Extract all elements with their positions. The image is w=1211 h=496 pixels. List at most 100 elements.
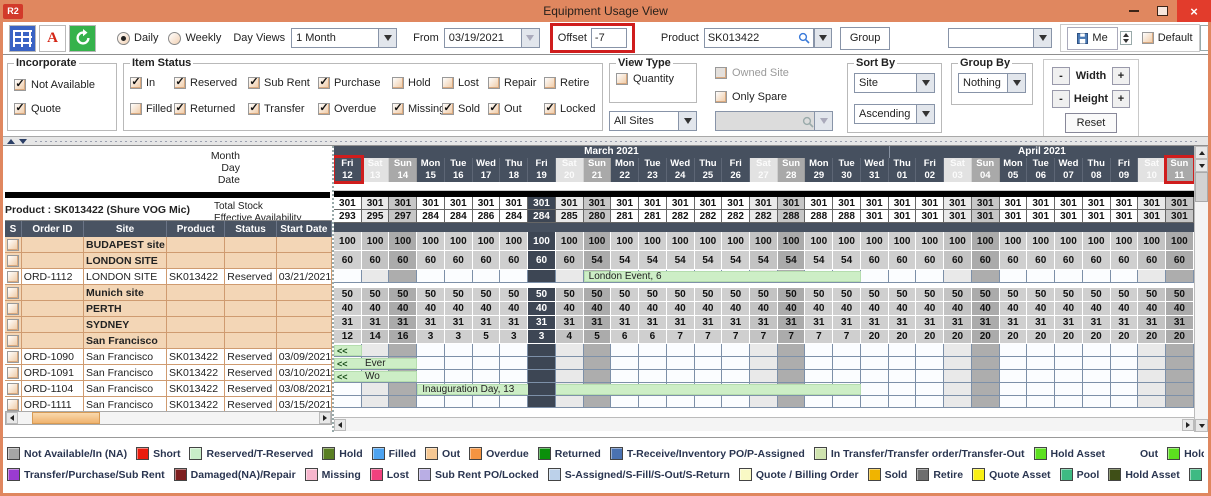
height-minus-button[interactable]: - [1052, 90, 1070, 108]
close-button[interactable]: × [1177, 0, 1211, 22]
preset-select[interactable] [948, 28, 1052, 48]
from-date-field[interactable]: 03/19/2021 [444, 28, 540, 48]
panel-splitter[interactable] [3, 136, 1208, 146]
chevron-down-icon[interactable] [678, 112, 696, 130]
row-checkbox[interactable] [7, 383, 19, 395]
checkbox[interactable] [130, 103, 142, 115]
checkbox[interactable] [318, 77, 330, 89]
scroll-left-icon[interactable] [6, 412, 18, 424]
font-settings-icon[interactable]: A [39, 25, 66, 52]
checkbox[interactable] [544, 103, 556, 115]
table-row[interactable]: SYDNEY [5, 317, 332, 333]
row-checkbox[interactable] [7, 255, 19, 267]
product-input[interactable]: SK013422 [704, 28, 814, 48]
checkbox[interactable] [392, 103, 404, 115]
checkbox[interactable] [442, 103, 454, 115]
chevron-down-icon[interactable] [916, 74, 934, 92]
chevron-down-icon[interactable] [521, 29, 539, 47]
checkbox[interactable] [488, 77, 500, 89]
chevron-down-icon[interactable] [378, 29, 396, 47]
height-plus-button[interactable]: + [1112, 90, 1130, 108]
usage-view-icon[interactable] [9, 25, 36, 52]
row-checkbox[interactable] [7, 367, 19, 379]
checkbox[interactable] [248, 103, 260, 115]
grid-vertical-scrollbar[interactable] [1194, 146, 1208, 432]
checkbox[interactable] [488, 103, 500, 115]
row-checkbox[interactable] [7, 335, 19, 347]
quantity-checkbox[interactable] [616, 73, 628, 85]
owned-site-checkbox[interactable] [715, 67, 727, 79]
refresh-icon[interactable] [69, 25, 96, 52]
maximize-button[interactable] [1148, 0, 1177, 22]
left-horizontal-scrollbar[interactable] [5, 411, 332, 425]
row-checkbox[interactable] [7, 399, 19, 411]
table-row[interactable]: BUDAPEST site [5, 237, 332, 253]
checkbox[interactable] [174, 103, 186, 115]
event-bar[interactable]: Inauguration Day, 13 [417, 384, 861, 395]
table-row[interactable]: ORD-1111San FranciscoSK013422Reserved03/… [5, 397, 332, 411]
sort-field-select[interactable]: Site [854, 73, 935, 93]
row-checkbox[interactable] [7, 287, 19, 299]
weekly-radio[interactable] [168, 32, 181, 45]
exit-button[interactable] [1200, 25, 1208, 51]
table-row[interactable]: ORD-1104San FranciscoSK013422Reserved03/… [5, 381, 332, 397]
day-views-select[interactable]: 1 Month [291, 28, 397, 48]
table-row[interactable]: LONDON SITE [5, 253, 332, 269]
scroll-up-icon[interactable] [1195, 146, 1208, 159]
preset-spinner[interactable] [1120, 31, 1132, 45]
width-minus-button[interactable]: - [1052, 67, 1070, 85]
chevron-down-icon[interactable] [1007, 74, 1025, 92]
offset-input[interactable]: -7 [591, 28, 627, 48]
all-sites-select[interactable]: All Sites [609, 111, 697, 131]
chevron-down-icon[interactable] [1033, 29, 1051, 47]
minimize-button[interactable] [1119, 0, 1148, 22]
row-checkbox[interactable] [7, 351, 19, 363]
checkbox[interactable] [174, 77, 186, 89]
event-bar[interactable]: London Event, 6 [584, 271, 861, 282]
only-spare-checkbox[interactable] [715, 91, 727, 103]
width-plus-button[interactable]: + [1112, 67, 1130, 85]
table-row[interactable]: ORD-1091San FranciscoSK013422Reserved03/… [5, 365, 332, 381]
grid-horizontal-scrollbar[interactable] [334, 417, 1194, 431]
sort-direction-select[interactable]: Ascending [854, 104, 935, 124]
checkbox[interactable] [248, 77, 260, 89]
row-checkbox[interactable] [7, 271, 19, 283]
table-row[interactable]: PERTH [5, 301, 332, 317]
product-select-button[interactable] [814, 28, 832, 48]
scrollbar-thumb[interactable] [1195, 172, 1208, 202]
group-button[interactable]: Group [840, 27, 891, 50]
scrollbar-thumb[interactable] [32, 412, 100, 424]
chevron-down-icon[interactable] [815, 29, 831, 47]
table-row[interactable]: San Francisco [5, 333, 332, 349]
scroll-left-icon[interactable] [334, 419, 346, 431]
table-row[interactable]: ORD-1090San FranciscoSK013422Reserved03/… [5, 349, 332, 365]
checkbox[interactable] [14, 103, 26, 115]
collapse-down-icon[interactable] [19, 139, 27, 144]
row-checkbox[interactable] [7, 239, 19, 251]
checkbox[interactable] [14, 79, 26, 91]
collapse-up-icon[interactable] [7, 139, 15, 144]
save-me-button[interactable]: Me [1067, 27, 1117, 50]
table-row[interactable]: ORD-1112LONDON SITESK013422Reserved03/21… [5, 269, 332, 285]
event-bar[interactable]: << [334, 345, 362, 356]
checkbox[interactable] [392, 77, 404, 89]
checkbox[interactable] [130, 77, 142, 89]
chevron-down-icon[interactable] [916, 105, 934, 123]
daily-radio[interactable] [117, 32, 130, 45]
scroll-right-icon[interactable] [319, 412, 331, 424]
scroll-down-icon[interactable] [1195, 159, 1208, 172]
site-search-field[interactable] [715, 111, 833, 131]
group-by-select[interactable]: Nothing [958, 73, 1026, 93]
checkbox[interactable] [544, 77, 556, 89]
event-bar[interactable]: <<Wo [334, 371, 417, 382]
event-bar[interactable]: <<Ever [334, 358, 417, 369]
checkbox[interactable] [318, 103, 330, 115]
default-checkbox[interactable] [1142, 32, 1154, 44]
row-checkbox[interactable] [7, 319, 19, 331]
reset-button[interactable]: Reset [1065, 113, 1117, 133]
scroll-down-icon[interactable] [1195, 419, 1208, 432]
checkbox[interactable] [442, 77, 454, 89]
row-checkbox[interactable] [7, 303, 19, 315]
scroll-right-icon[interactable] [1182, 419, 1194, 431]
table-row[interactable]: Munich site [5, 285, 332, 301]
